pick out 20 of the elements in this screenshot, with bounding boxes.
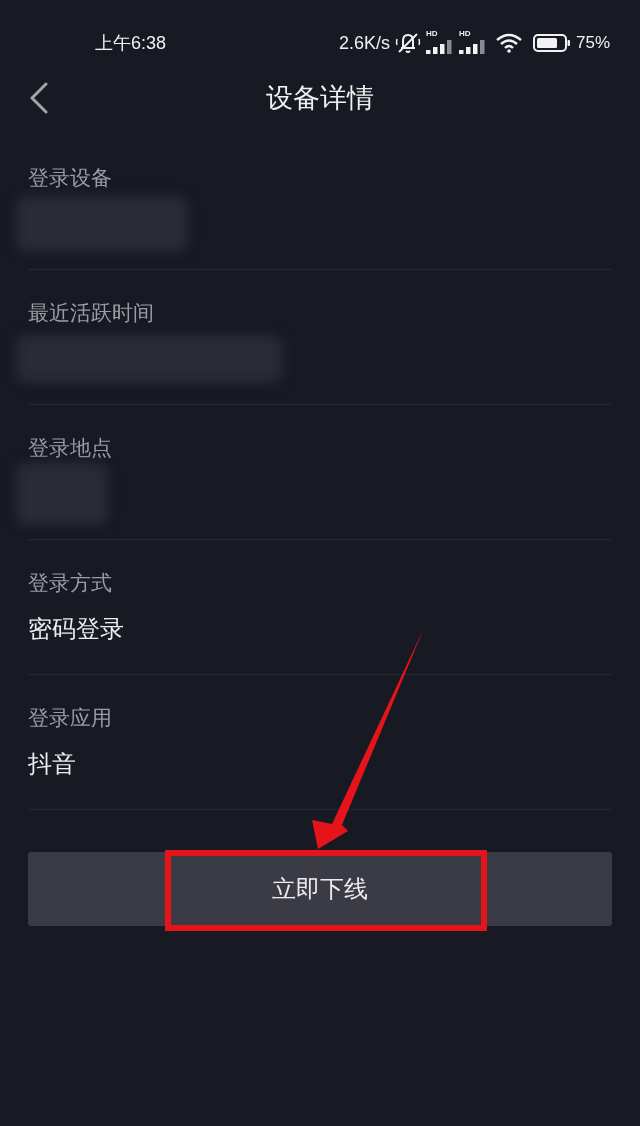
logout-device-button[interactable]: 立即下线 <box>28 852 612 926</box>
field-label: 登录设备 <box>28 165 112 191</box>
field-label: 登录应用 <box>28 705 112 731</box>
field-label: 登录方式 <box>28 570 112 596</box>
network-speed: 2.6K/s <box>338 32 390 55</box>
page-title: 设备详情 <box>266 82 374 115</box>
muted-bell-icon <box>394 32 421 54</box>
field-value: 密码登录 <box>28 614 124 644</box>
status-time: 上午6:38 <box>95 32 167 55</box>
battery-percent: 75% <box>575 32 610 54</box>
hd-label: HD <box>458 29 471 38</box>
back-chevron-icon <box>29 82 49 114</box>
signal-bars-icon <box>425 40 454 54</box>
field-value: 抖音 <box>28 749 76 779</box>
signal-bars-icon <box>458 40 487 54</box>
battery-icon <box>532 34 571 52</box>
wifi-icon <box>495 33 522 53</box>
field-label: 最近活跃时间 <box>28 300 154 326</box>
field-label: 登录地点 <box>28 435 112 461</box>
hd-label: HD <box>425 29 438 38</box>
